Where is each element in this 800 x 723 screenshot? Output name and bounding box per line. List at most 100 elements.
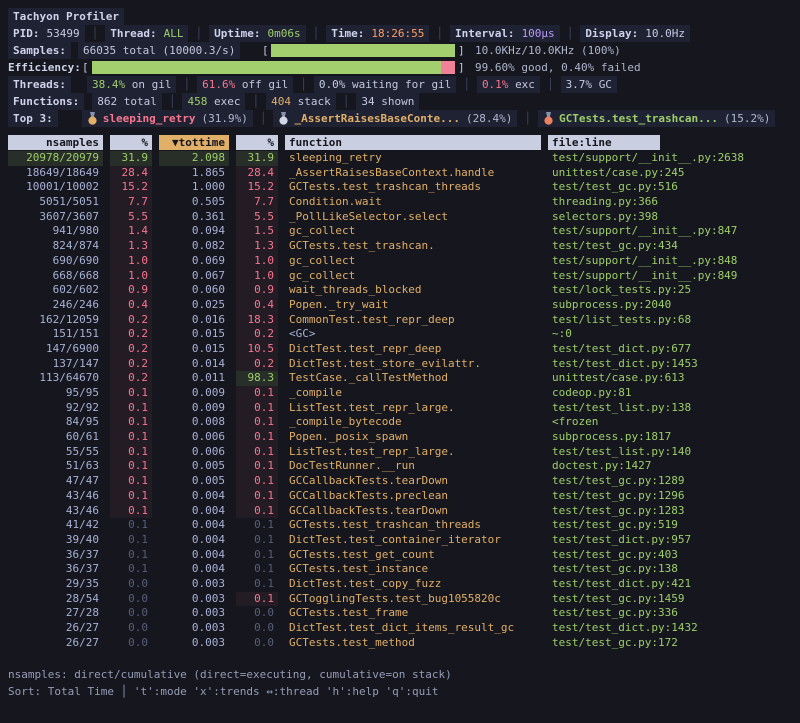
exec-label: exec [214, 93, 241, 110]
efficiency-summary: 99.60% good, 0.40% failed [475, 59, 641, 76]
pct-direct-cell: 1.3 [110, 239, 152, 254]
top3-pct-1: (31.9%) [201, 110, 247, 127]
top3-name-3: GCTests.test_trashcan... [559, 110, 718, 127]
divider: │ [547, 76, 554, 93]
table-row[interactable]: 5051/50517.70.5057.7Condition.waitthread… [8, 195, 800, 210]
tottime-cell: 0.004 [159, 518, 229, 533]
nsamples-cell: 147/6900 [8, 342, 103, 357]
stack-label: stack [298, 93, 331, 110]
top3-item-3[interactable]: GCTests.test_trashcan... (15.2%) [538, 110, 775, 127]
tottime-cell: 0.505 [159, 195, 229, 210]
table-row[interactable]: 92/920.10.0090.1ListTest.test_repr_large… [8, 401, 800, 416]
waiting-label: waiting for gil [352, 76, 451, 93]
gc-value: 3.7% [566, 76, 593, 93]
column-header-pct-cumulative[interactable]: % [236, 135, 278, 150]
fileline-cell: test/support/__init__.py:848 [548, 254, 790, 269]
pid-label: PID: [13, 25, 40, 42]
pct-cumulative-cell: 0.1 [236, 577, 278, 592]
fileline-cell: test/test_list.py:138 [548, 401, 790, 416]
function-cell: GCTests.test_trashcan.<locals>.Ouch.... [285, 239, 541, 254]
tottime-cell: 0.004 [159, 504, 229, 519]
tottime-cell: 0.004 [159, 562, 229, 577]
function-cell: DictTest.test_store_evilattr.<locals... [285, 357, 541, 372]
uptime-label: Uptime: [214, 25, 260, 42]
table-row[interactable]: 43/460.10.0040.1GCCallbackTests.preclean… [8, 489, 800, 504]
table-row[interactable]: 36/370.10.0040.1GCTests.test_instancetes… [8, 562, 800, 577]
table-row[interactable]: 18649/1864928.41.86528.4_AssertRaisesBas… [8, 166, 800, 181]
table-row[interactable]: 43/460.10.0040.1GCCallbackTests.tearDown… [8, 504, 800, 519]
table-row[interactable]: 246/2460.40.0250.4Popen._try_waitsubproc… [8, 298, 800, 313]
function-cell: DictTest.test_copy_fuzz [285, 577, 541, 592]
tottime-cell: 0.003 [159, 636, 229, 651]
pct-direct-cell: 0.0 [110, 592, 152, 607]
top3-item-1[interactable]: sleeping_retry (31.9%) [82, 110, 253, 127]
column-header-nsamples[interactable]: nsamples [8, 135, 103, 150]
thread-group[interactable]: Thread:ALL [105, 25, 188, 42]
table-row[interactable]: 26/270.00.0030.0GCTests.test_methodtest/… [8, 636, 800, 651]
interval-group: Interval:100µs [450, 25, 560, 42]
pct-cumulative-cell: 0.0 [236, 606, 278, 621]
function-cell: _compile_bytecode [285, 415, 541, 430]
total-count: 862 [97, 93, 117, 110]
top3-item-2[interactable]: _AssertRaisesBaseConte... (28.4%) [273, 110, 517, 127]
functions-stack: 404 stack [266, 93, 336, 110]
table-row[interactable]: 941/9801.40.0941.5gc_collecttest/support… [8, 224, 800, 239]
function-cell: GCTests.test_trashcan_threads [285, 180, 541, 195]
function-cell: GCTogglingTests.test_bug1055820c [285, 592, 541, 607]
efficiency-fail-segment [441, 61, 455, 74]
table-row[interactable]: 113/646700.20.01198.3TestCase._callTestM… [8, 371, 800, 386]
uptime-value: 0m06s [267, 25, 300, 42]
column-header-fileline[interactable]: file:line [548, 135, 660, 150]
table-row[interactable]: 690/6901.00.0691.0gc_collecttest/support… [8, 254, 800, 269]
table-row[interactable]: 55/550.10.0060.1ListTest.test_repr_large… [8, 445, 800, 460]
column-header-pct-direct[interactable]: % [110, 135, 152, 150]
function-cell: _AssertRaisesBaseContext.handle [285, 166, 541, 181]
divider: │ [463, 76, 470, 93]
table-row[interactable]: 26/270.00.0030.0DictTest.test_dict_items… [8, 621, 800, 636]
table-row[interactable]: 20978/2097931.92.09831.9sleeping_retryte… [8, 151, 800, 166]
column-header-tottime-sorted[interactable]: ▼tottime [159, 135, 229, 150]
samples-label: Samples: [8, 42, 71, 59]
threads-label: Threads: [8, 76, 71, 93]
table-row[interactable]: 41/420.10.0040.1GCTests.test_trashcan_th… [8, 518, 800, 533]
table-row[interactable]: 28/540.00.0030.1GCTogglingTests.test_bug… [8, 592, 800, 607]
table-row[interactable]: 47/470.10.0050.1GCCallbackTests.tearDown… [8, 474, 800, 489]
table-row[interactable]: 36/370.10.0040.1GCTests.test_get_countte… [8, 548, 800, 563]
table-row[interactable]: 668/6681.00.0671.0gc_collecttest/support… [8, 269, 800, 284]
table-row[interactable]: 10001/1000215.21.00015.2GCTests.test_tra… [8, 180, 800, 195]
on-gil-text [125, 76, 132, 93]
pct-cumulative-cell: 0.9 [236, 283, 278, 298]
nsamples-cell: 51/63 [8, 459, 103, 474]
fileline-cell: test/test_dict.py:957 [548, 533, 790, 548]
table-row[interactable]: 162/120590.20.01618.3CommonTest.test_rep… [8, 313, 800, 328]
function-cell: GCTests.test_trashcan_threads [285, 518, 541, 533]
table-row[interactable]: 3607/36075.50.3615.5_PollLikeSelector.se… [8, 210, 800, 225]
pct-direct-cell: 15.2 [110, 180, 152, 195]
column-header-function[interactable]: function [285, 135, 541, 150]
divider: │ [313, 25, 320, 42]
exc-value: 0.1% [482, 76, 509, 93]
table-row[interactable]: 824/8741.30.0821.3GCTests.test_trashcan.… [8, 239, 800, 254]
table-row[interactable]: 137/1470.20.0140.2DictTest.test_store_ev… [8, 357, 800, 372]
tottime-cell: 1.000 [159, 180, 229, 195]
table-row[interactable]: 84/950.10.0080.1_compile_bytecode<frozen… [8, 415, 800, 430]
pct-cumulative-cell: 0.1 [236, 430, 278, 445]
table-row[interactable]: 602/6020.90.0600.9wait_threads_blockedte… [8, 283, 800, 298]
app-title: Tachyon Profiler [8, 8, 124, 25]
table-row[interactable]: 29/350.00.0030.1DictTest.test_copy_fuzzt… [8, 577, 800, 592]
pct-direct-cell: 0.1 [110, 386, 152, 401]
table-row[interactable]: 60/610.10.0060.1Popen._posix_spawnsubpro… [8, 430, 800, 445]
tottime-cell: 0.003 [159, 577, 229, 592]
table-row[interactable]: 151/1510.20.0150.2<GC>~:0 [8, 327, 800, 342]
title-line: Tachyon Profiler [8, 8, 800, 25]
divider: │ [260, 110, 267, 127]
table-header: nsamples % ▼tottime % function file:line [8, 135, 800, 150]
table-row[interactable]: 27/280.00.0030.0GCTests.test_frametest/t… [8, 606, 800, 621]
table-row[interactable]: 51/630.10.0050.1DocTestRunner.__rundocte… [8, 459, 800, 474]
table-row[interactable]: 39/400.10.0040.1DictTest.test_container_… [8, 533, 800, 548]
table-row[interactable]: 147/69000.20.01510.5DictTest.test_repr_d… [8, 342, 800, 357]
pct-direct-cell: 28.4 [110, 166, 152, 181]
fileline-cell: test/test_gc.py:1296 [548, 489, 790, 504]
table-row[interactable]: 95/950.10.0090.1_compilecodeop.py:81 [8, 386, 800, 401]
nsamples-cell: 5051/5051 [8, 195, 103, 210]
